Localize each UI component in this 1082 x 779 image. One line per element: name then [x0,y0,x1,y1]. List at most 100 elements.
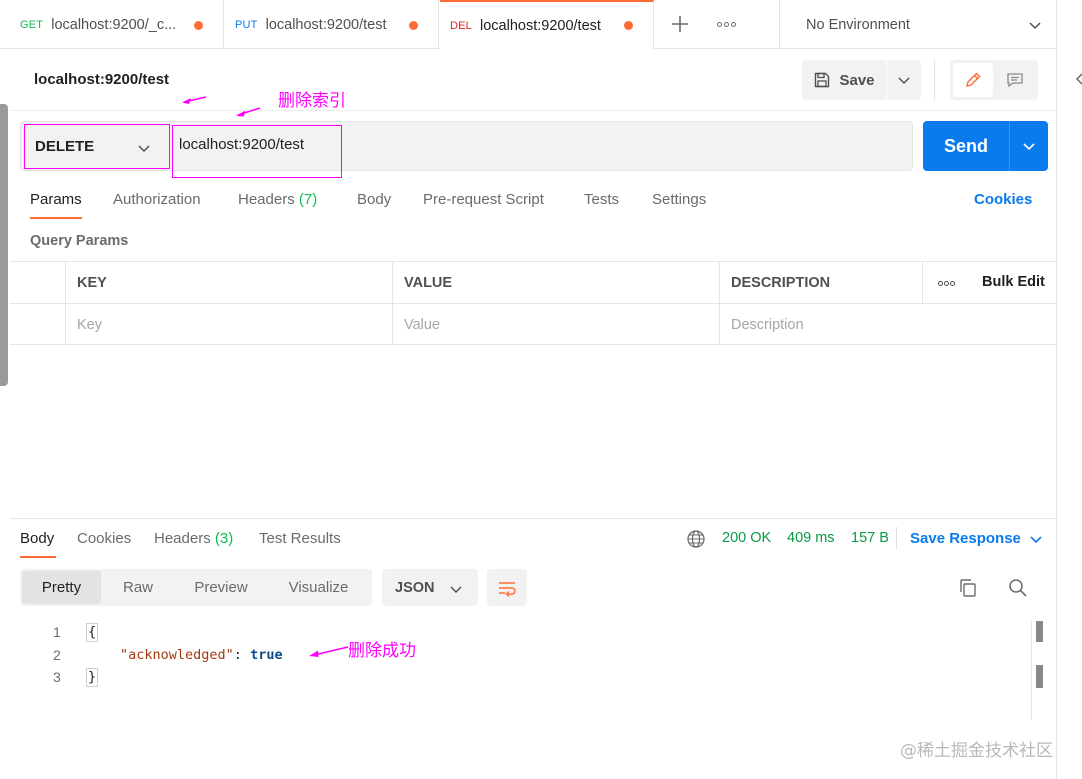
tab-headers[interactable]: Headers (7) [238,191,317,208]
save-label: Save [839,71,875,89]
cookies-link[interactable]: Cookies [974,191,1032,208]
value-input[interactable]: Value [392,304,719,346]
globe-icon[interactable] [686,529,706,552]
new-tab-plus-icon[interactable] [668,12,692,36]
json-colon: : [233,647,251,663]
response-divider[interactable] [10,518,1056,519]
tab-params[interactable]: Params [30,191,82,208]
response-format-toggle: Pretty Raw Preview Visualize [20,569,372,606]
edit-mode-button[interactable] [953,63,993,97]
json-open-brace: { [86,623,99,642]
response-status[interactable]: 200 OK [722,530,771,546]
line-number: 1 [53,624,61,640]
language-select[interactable]: JSON [382,569,478,606]
save-response-label: Save Response [910,530,1021,547]
editor-scrollbar-thumb[interactable] [1036,621,1043,642]
copy-icon[interactable] [956,576,980,600]
annotation-arrow [309,646,349,657]
tab-put-request[interactable]: PUT localhost:9200/test [225,0,439,49]
tab-tests[interactable]: Tests [584,191,619,208]
left-scrollbar[interactable] [0,104,8,386]
key-input[interactable]: Key [65,304,392,346]
response-tab-headers[interactable]: Headers (3) [154,530,233,547]
response-tab-test-results[interactable]: Test Results [259,530,341,547]
unsaved-dot-icon [194,21,203,30]
right-sidebar [1056,0,1082,779]
active-tab-indicator [20,556,56,558]
unsaved-dot-icon [624,21,633,30]
response-size[interactable]: 157 B [851,530,889,546]
format-visualize[interactable]: Visualize [267,571,370,604]
response-headers-count: (3) [214,530,234,547]
editor-scrollbar-thumb[interactable] [1036,665,1043,688]
annotation-delete-success: 删除成功 [348,641,416,661]
tab-method: PUT [235,18,258,31]
tab-settings[interactable]: Settings [652,191,706,208]
http-method-value: DELETE [35,138,95,155]
tab-method: DEL [450,19,472,32]
save-group: Save [802,60,921,100]
table-row: Key Value Description [10,304,1056,346]
tab-headers-label: Headers [238,191,295,208]
environment-selector[interactable]: No Environment [779,0,1056,49]
divider [934,60,935,100]
comments-button[interactable] [995,63,1035,97]
save-button[interactable]: Save [802,60,886,100]
tab-get-request[interactable]: GET localhost:9200/_c... [10,0,224,49]
tab-name: localhost:9200/_c... [51,16,177,33]
format-preview[interactable]: Preview [175,571,267,604]
send-button[interactable]: Send [923,121,1009,171]
response-body-editor[interactable]: 1 2 3 { "acknowledged": true } [20,620,1030,700]
save-options-caret[interactable] [887,60,921,100]
response-time[interactable]: 409 ms [787,530,835,546]
active-tab-indicator [30,217,82,219]
editor-scroll-track [1031,620,1032,720]
watermark: @稀土掘金技术社区 [900,741,1053,761]
send-options-caret[interactable] [1009,121,1048,171]
divider [10,110,1056,111]
format-raw[interactable]: Raw [101,571,175,604]
response-headers-label: Headers [154,530,211,547]
headers-count: (7) [298,191,318,208]
response-tab-body[interactable]: Body [20,530,54,547]
annotation-delete-index: 删除索引 [278,91,346,111]
comment-icon [1007,73,1023,88]
table-header-row: KEY VALUE DESCRIPTION Bulk Edit [10,262,1056,304]
annotation-arrows [182,96,261,117]
tab-prerequest-script[interactable]: Pre-request Script [423,191,544,208]
wrap-lines-icon[interactable] [487,569,527,606]
chevron-down-icon [450,583,462,599]
tab-options-more-icon[interactable] [713,14,739,34]
chevron-down-icon [137,142,151,159]
query-params-table: KEY VALUE DESCRIPTION Bulk Edit Key Valu… [10,261,1056,346]
pencil-icon [966,72,981,87]
environment-label: No Environment [806,16,910,33]
save-response-button[interactable]: Save Response [910,530,1043,547]
search-icon[interactable] [1006,576,1030,600]
send-group: Send [923,121,1048,171]
collapse-chevron-icon[interactable] [1075,72,1082,86]
line-number: 2 [53,647,61,663]
request-tab-bar: GET localhost:9200/_c... PUT localhost:9… [0,0,1082,49]
description-input[interactable]: Description [719,304,1056,346]
chevron-down-icon [1028,18,1042,35]
column-value: VALUE [392,262,719,304]
format-pretty[interactable]: Pretty [22,571,101,604]
tab-delete-request[interactable]: DEL localhost:9200/test [440,0,654,49]
url-input[interactable]: localhost:9200/test [172,125,342,178]
response-tab-cookies[interactable]: Cookies [77,530,131,547]
tab-name: localhost:9200/test [480,17,601,34]
tab-method: GET [20,18,44,31]
tab-body[interactable]: Body [357,191,391,208]
divider [896,527,897,549]
chevron-down-icon [1023,143,1035,151]
http-method-select[interactable]: DELETE [24,124,170,169]
line-number: 3 [53,669,61,685]
table-options-more-icon[interactable] [922,262,969,304]
bulk-edit-button[interactable]: Bulk Edit [982,274,1045,290]
request-title[interactable]: localhost:9200/test [34,71,169,88]
chevron-down-icon [1030,535,1042,543]
tab-authorization[interactable]: Authorization [113,191,201,208]
language-value: JSON [395,579,435,596]
view-mode-toggle [950,60,1038,100]
